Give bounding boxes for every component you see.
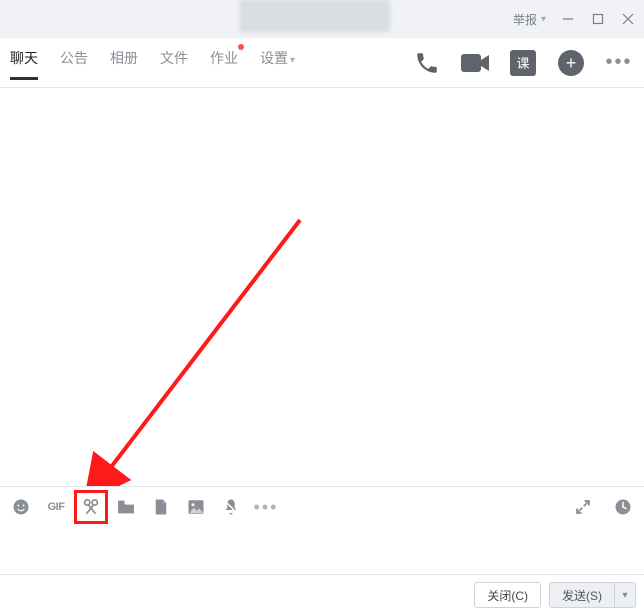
expand-button[interactable] (572, 496, 594, 518)
title-blur (240, 0, 390, 32)
video-call-button[interactable] (460, 48, 490, 78)
tab-chat[interactable]: 聊天 (10, 48, 38, 80)
report-label: 举报 (513, 11, 537, 28)
more-button[interactable]: ••• (604, 48, 634, 78)
course-badge: 课 (510, 50, 536, 76)
image-button[interactable] (185, 496, 207, 518)
screenshot-button[interactable] (80, 496, 102, 518)
report-button[interactable]: 举报 ▾ (513, 11, 546, 28)
message-input[interactable] (10, 523, 634, 570)
send-group: 发送(S) ▾ (549, 582, 636, 608)
mute-button[interactable] (220, 496, 242, 518)
course-button[interactable]: 课 (508, 48, 538, 78)
tab-files[interactable]: 文件 (160, 48, 188, 80)
tab-announcement[interactable]: 公告 (60, 48, 88, 80)
emoji-button[interactable] (10, 496, 32, 518)
close-button[interactable] (620, 11, 636, 27)
voice-call-button[interactable] (412, 48, 442, 78)
title-bar: 举报 ▾ (0, 0, 644, 38)
minimize-button[interactable] (560, 11, 576, 27)
close-chat-button[interactable]: 关闭(C) (474, 582, 541, 608)
main-tabs: 聊天 公告 相册 文件 作业 设置▾ 课 + ••• (0, 38, 644, 88)
add-button[interactable]: + (556, 48, 586, 78)
footer: 关闭(C) 发送(S) ▾ (0, 574, 644, 615)
maximize-button[interactable] (590, 11, 606, 27)
chevron-down-icon: ▾ (290, 55, 295, 66)
toolbar-more-button[interactable]: ••• (255, 496, 277, 518)
more-icon: ••• (605, 51, 632, 74)
send-button[interactable]: 发送(S) (549, 582, 614, 608)
gif-button[interactable]: GIF (45, 496, 67, 518)
chevron-down-icon: ▾ (622, 590, 627, 601)
plus-icon: + (558, 50, 584, 76)
chevron-down-icon: ▾ (541, 14, 546, 25)
send-dropdown-button[interactable]: ▾ (614, 582, 636, 608)
tencent-doc-button[interactable] (150, 496, 172, 518)
tab-settings[interactable]: 设置▾ (260, 48, 295, 80)
file-button[interactable] (115, 496, 137, 518)
chat-content (0, 89, 644, 486)
gif-label: GIF (48, 501, 65, 513)
history-button[interactable] (612, 496, 634, 518)
tab-album[interactable]: 相册 (110, 48, 138, 80)
tab-homework[interactable]: 作业 (210, 48, 238, 80)
input-toolbar: GIF ••• (0, 486, 644, 574)
